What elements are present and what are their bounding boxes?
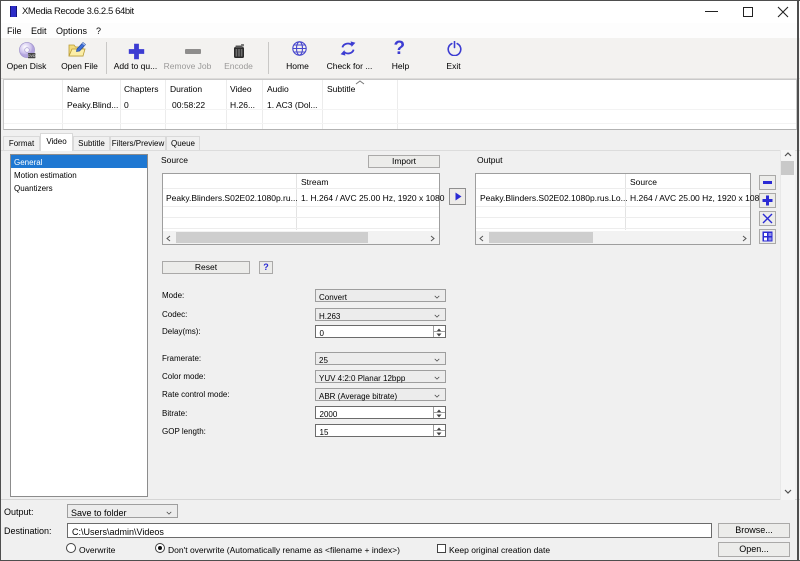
svg-text:DVD: DVD <box>28 54 36 58</box>
